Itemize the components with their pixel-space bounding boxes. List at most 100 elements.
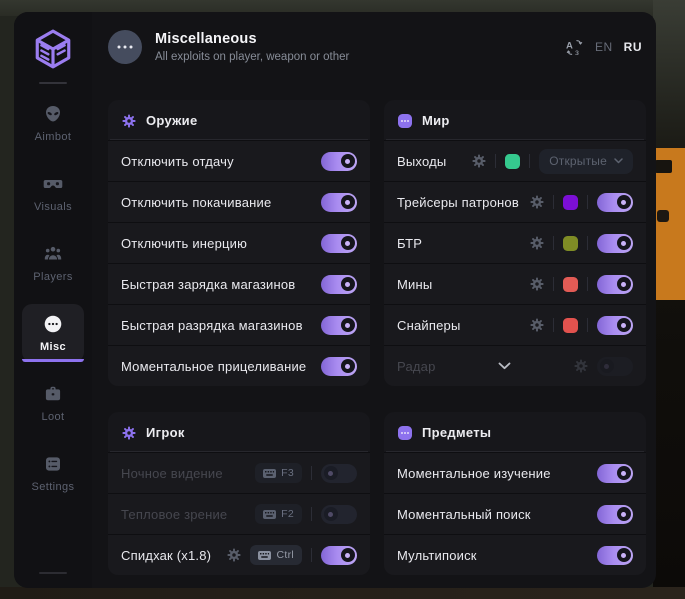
row-label: Быстрая разрядка магазинов [121, 318, 303, 333]
row-label: Отключить отдачу [121, 154, 234, 169]
row-label: Быстрая зарядка магазинов [121, 277, 295, 292]
hotkey-badge[interactable]: F2 [255, 504, 302, 524]
cheat-menu-window: Aimbot Visuals Players Misc Loot Settings Mis… [14, 12, 656, 588]
toggle-switch[interactable] [321, 316, 357, 335]
toggle-knob [617, 466, 631, 480]
row-label: Мины [397, 277, 432, 292]
section-title: Предметы [422, 425, 491, 440]
toggle-switch[interactable] [597, 464, 633, 483]
toggle-switch[interactable] [597, 357, 633, 376]
settings-row: Мультипоиск [384, 534, 646, 575]
toggle-switch[interactable] [321, 193, 357, 212]
toggle-knob [617, 507, 631, 521]
settings-row: ВыходыОткрытые [384, 140, 646, 181]
settings-row: БТР [384, 222, 646, 263]
toggle-switch[interactable] [597, 275, 633, 294]
gear-icon[interactable] [530, 277, 544, 291]
row-label: Тепловое зрение [121, 507, 227, 522]
gear-icon[interactable] [574, 359, 588, 373]
row-label: Моментальное прицеливание [121, 359, 306, 374]
toggle-switch[interactable] [321, 275, 357, 294]
sidebar-item-loot[interactable]: Loot [22, 374, 84, 432]
row-controls [321, 193, 357, 212]
separator [553, 277, 554, 291]
sidebar-divider [39, 82, 67, 84]
section-title: Оружие [146, 113, 198, 128]
briefcase-icon [43, 384, 63, 404]
row-controls [574, 357, 633, 376]
language-switcher: A з EN RU [565, 38, 642, 57]
section-header: Оружие [108, 100, 370, 139]
hotkey-badge[interactable]: F3 [255, 463, 302, 483]
toggle-switch[interactable] [597, 505, 633, 524]
separator [587, 277, 588, 291]
sidebar-item-label: Visuals [34, 201, 72, 213]
sidebar-item-label: Aimbot [35, 131, 72, 143]
color-swatch[interactable] [563, 195, 578, 210]
gear-icon [122, 114, 136, 128]
gear-icon [122, 426, 136, 440]
toggle-switch[interactable] [597, 193, 633, 212]
toggle-knob [341, 236, 355, 250]
toggle-switch[interactable] [321, 505, 357, 524]
goggles-icon [43, 174, 63, 194]
separator [529, 154, 530, 168]
gear-icon[interactable] [227, 548, 241, 562]
sidebar-item-players[interactable]: Players [22, 234, 84, 292]
lang-en-button[interactable]: EN [595, 40, 613, 54]
sidebar-item-settings[interactable]: Settings [22, 444, 84, 502]
row-controls [530, 234, 633, 253]
color-swatch[interactable] [505, 154, 520, 169]
separator [311, 466, 312, 480]
separator [587, 195, 588, 209]
row-controls [321, 357, 357, 376]
page-title: Miscellaneous [155, 31, 349, 47]
hotkey-badge[interactable]: Ctrl [250, 545, 302, 565]
settings-row: Моментальное изучение [384, 452, 646, 493]
row-label: Снайперы [397, 318, 461, 333]
color-swatch[interactable] [563, 277, 578, 292]
row-spacer [436, 362, 574, 370]
toggle-switch[interactable] [321, 546, 357, 565]
settings-row: Отключить отдачу [108, 140, 370, 181]
toggle-knob [341, 318, 355, 332]
color-swatch[interactable] [563, 318, 578, 333]
row-label: БТР [397, 236, 422, 251]
sidebar-item-label: Players [33, 271, 72, 283]
content-grid: ОружиеОтключить отдачуОтключить покачива… [92, 72, 656, 575]
keyboard-icon [263, 510, 276, 519]
row-controls: F2 [255, 504, 357, 524]
gear-icon[interactable] [472, 154, 486, 168]
lang-ru-button[interactable]: RU [624, 40, 642, 54]
dots-badge-icon [398, 114, 412, 128]
toggle-switch[interactable] [321, 357, 357, 376]
color-swatch[interactable] [563, 236, 578, 251]
toggle-switch[interactable] [321, 152, 357, 171]
gear-icon[interactable] [530, 236, 544, 250]
toggle-switch[interactable] [597, 234, 633, 253]
hotkey-label: F3 [281, 467, 294, 479]
toggle-switch[interactable] [597, 316, 633, 335]
row-controls: F3 [255, 463, 357, 483]
settings-row: Тепловое зрение F2 [108, 493, 370, 534]
section-header: Мир [384, 100, 646, 139]
sidebar-item-label: Misc [40, 341, 66, 353]
dropdown-select[interactable]: Открытые [539, 149, 633, 174]
toggle-switch[interactable] [321, 234, 357, 253]
row-controls [321, 152, 357, 171]
sidebar-item-visuals[interactable]: Visuals [22, 164, 84, 222]
chevron-down-icon[interactable] [498, 362, 511, 370]
separator [553, 195, 554, 209]
gear-icon[interactable] [530, 195, 544, 209]
keyboard-icon [263, 469, 276, 478]
dots-badge-icon [398, 426, 412, 440]
toggle-switch[interactable] [321, 464, 357, 483]
toggle-switch[interactable] [597, 546, 633, 565]
hotkey-label: F2 [281, 508, 294, 520]
toggle-knob [341, 277, 355, 291]
gear-icon[interactable] [530, 318, 544, 332]
row-controls [530, 275, 633, 294]
sidebar-item-aimbot[interactable]: Aimbot [22, 94, 84, 152]
sidebar-item-misc[interactable]: Misc [22, 304, 84, 362]
row-label: Отключить инерцию [121, 236, 247, 251]
